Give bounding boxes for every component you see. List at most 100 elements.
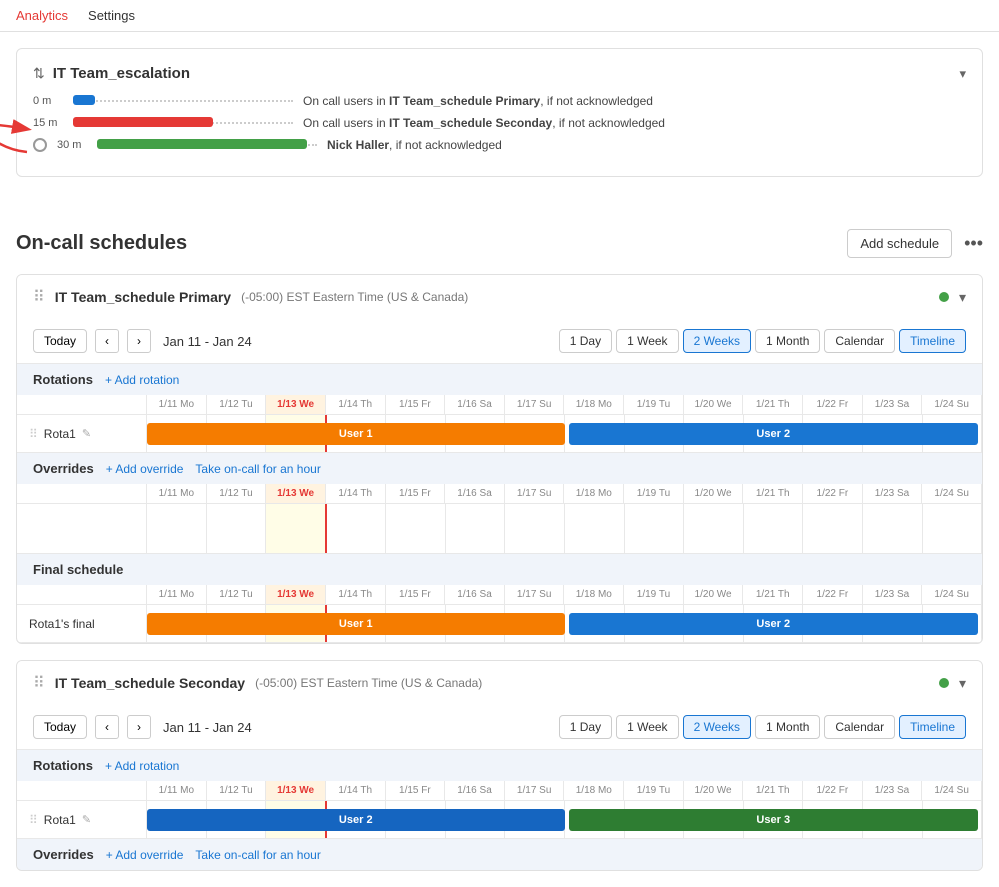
schedules-header: On-call schedules Add schedule ••• xyxy=(16,213,983,258)
schedule-chevron-primary[interactable]: ▾ xyxy=(959,289,966,306)
date-range-primary: Jan 11 - Jan 24 xyxy=(163,334,252,349)
take-oncall-link-primary[interactable]: Take on-call for an hour xyxy=(195,462,320,476)
time-icon-30m xyxy=(33,138,47,152)
prev-button-primary[interactable]: ‹ xyxy=(95,329,119,353)
cal-days-f-primary: 1/11 Mo 1/12 Tu 1/13 We 1/14 Th 1/15 Fr … xyxy=(147,585,982,604)
row-desc-15: On call users in IT Team_schedule Second… xyxy=(303,116,665,130)
bar-0m xyxy=(73,95,293,107)
user1-bar-primary: User 1 xyxy=(147,423,565,445)
view-1week-seconday[interactable]: 1 Week xyxy=(616,715,678,739)
cal-label-col-seconday xyxy=(17,781,147,800)
add-schedule-button[interactable]: Add schedule xyxy=(847,229,952,258)
view-1week-primary[interactable]: 1 Week xyxy=(616,329,678,353)
schedule-tz-primary: (-05:00) EST Eastern Time (US & Canada) xyxy=(241,290,468,304)
add-override-link-primary[interactable]: + Add override xyxy=(106,462,184,476)
day-2: 1/12 Tu xyxy=(207,395,267,414)
schedule-card-primary: ⠿ IT Team_schedule Primary (-05:00) EST … xyxy=(16,274,983,644)
final-user2-bar-primary: User 2 xyxy=(569,613,978,635)
view-options-seconday: 1 Day 1 Week 2 Weeks 1 Month Calendar Ti… xyxy=(559,715,966,739)
date-range-seconday: Jan 11 - Jan 24 xyxy=(163,720,252,735)
day-1: 1/11 Mo xyxy=(147,395,207,414)
final-section-primary: Final schedule xyxy=(17,554,982,585)
view-timeline-primary[interactable]: Timeline xyxy=(899,329,966,353)
final-rota-label-primary: Rota1's final xyxy=(17,605,147,642)
take-oncall-link-seconday[interactable]: Take on-call for an hour xyxy=(195,848,320,862)
cal-label-col-primary xyxy=(17,395,147,414)
schedule-card-header-seconday: ⠿ IT Team_schedule Seconday (-05:00) EST… xyxy=(17,661,982,705)
add-override-link-seconday[interactable]: + Add override xyxy=(106,848,184,862)
day-14: 1/24 Su xyxy=(922,395,982,414)
view-2weeks-primary[interactable]: 2 Weeks xyxy=(683,329,751,353)
escalation-row-0: 0 m On call users in IT Team_schedule Pr… xyxy=(33,94,966,108)
view-1month-seconday[interactable]: 1 Month xyxy=(755,715,820,739)
today-button-seconday[interactable]: Today xyxy=(33,715,87,739)
view-calendar-primary[interactable]: Calendar xyxy=(824,329,895,353)
header-actions: Add schedule ••• xyxy=(847,229,983,258)
more-options-button[interactable]: ••• xyxy=(964,233,983,254)
row-desc-30: Nick Haller, if not acknowledged xyxy=(327,138,502,152)
sort-handle-seconday[interactable]: ⠿ xyxy=(33,673,45,693)
rota1-cells-seconday: User 2 User 3 xyxy=(147,801,982,838)
add-rotation-link-primary[interactable]: + Add rotation xyxy=(105,373,179,387)
add-rotation-link-seconday[interactable]: + Add rotation xyxy=(105,759,179,773)
overrides-label-seconday: Overrides xyxy=(33,847,94,862)
day-10: 1/20 We xyxy=(684,395,744,414)
cal-days-seconday: 1/11 Mo 1/12 Tu 1/13 We 1/14 Th 1/15 Fr … xyxy=(147,781,982,800)
escalation-header: ⇅ IT Team_escalation ▾ xyxy=(33,65,966,82)
day-8: 1/18 Mo xyxy=(564,395,624,414)
day-9: 1/19 Tu xyxy=(624,395,684,414)
time-15m: 15 m xyxy=(33,117,63,129)
bar-15m xyxy=(73,117,293,129)
top-nav: Analytics Settings xyxy=(0,0,999,32)
cal-header-seconday: 1/11 Mo 1/12 Tu 1/13 We 1/14 Th 1/15 Fr … xyxy=(17,781,982,801)
status-dot-primary xyxy=(939,292,949,302)
cal-days-ov-primary: 1/11 Mo 1/12 Tu 1/13 We 1/14 Th 1/15 Fr … xyxy=(147,484,982,503)
schedule-chevron-seconday[interactable]: ▾ xyxy=(959,675,966,692)
bar-30m xyxy=(97,139,317,151)
final-rota-cells-primary: User 1 User 2 xyxy=(147,605,982,642)
prev-button-seconday[interactable]: ‹ xyxy=(95,715,119,739)
row-desc-0: On call users in IT Team_schedule Primar… xyxy=(303,94,653,108)
view-2weeks-seconday[interactable]: 2 Weeks xyxy=(683,715,751,739)
time-30m: 30 m xyxy=(57,139,87,151)
view-1day-seconday[interactable]: 1 Day xyxy=(559,715,612,739)
overrides-section-primary: Overrides + Add override Take on-call fo… xyxy=(17,453,982,484)
day-6: 1/16 Sa xyxy=(445,395,505,414)
cal-label-col-ov-primary xyxy=(17,484,147,503)
schedule-card-header-primary: ⠿ IT Team_schedule Primary (-05:00) EST … xyxy=(17,275,982,319)
view-timeline-seconday[interactable]: Timeline xyxy=(899,715,966,739)
nav-settings[interactable]: Settings xyxy=(88,8,135,23)
escalation-card: ⇅ IT Team_escalation ▾ 0 m On call users… xyxy=(16,48,983,177)
view-1day-primary[interactable]: 1 Day xyxy=(559,329,612,353)
schedule-name-primary: IT Team_schedule Primary xyxy=(55,289,231,305)
cal-days-primary: 1/11 Mo 1/12 Tu 1/13 We 1/14 Th 1/15 Fr … xyxy=(147,395,982,414)
escalation-chevron[interactable]: ▾ xyxy=(959,66,966,82)
rota-name-seconday: Rota1 xyxy=(44,813,76,827)
day-4: 1/14 Th xyxy=(326,395,386,414)
day-3: 1/13 We xyxy=(266,395,326,414)
edit-icon-seconday[interactable]: ✎ xyxy=(82,813,91,826)
drag-handle-s: ⠿ xyxy=(29,813,38,827)
next-button-primary[interactable]: › xyxy=(127,329,151,353)
rota1-row-primary: ⠿ Rota1 ✎ xyxy=(17,415,982,453)
drag-handle: ⠿ xyxy=(29,427,38,441)
edit-icon-primary[interactable]: ✎ xyxy=(82,427,91,440)
view-1month-primary[interactable]: 1 Month xyxy=(755,329,820,353)
day-13: 1/23 Sa xyxy=(863,395,923,414)
time-0m: 0 m xyxy=(33,95,63,107)
today-button-primary[interactable]: Today xyxy=(33,329,87,353)
sort-handle-primary[interactable]: ⠿ xyxy=(33,287,45,307)
user3-bar-seconday: User 3 xyxy=(569,809,978,831)
final-rota-name-primary: Rota1's final xyxy=(29,617,95,631)
override-header-primary: 1/11 Mo 1/12 Tu 1/13 We 1/14 Th 1/15 Fr … xyxy=(17,484,982,504)
next-button-seconday[interactable]: › xyxy=(127,715,151,739)
view-calendar-seconday[interactable]: Calendar xyxy=(824,715,895,739)
rota1-label-primary: ⠿ Rota1 ✎ xyxy=(17,415,147,452)
final-header-primary: 1/11 Mo 1/12 Tu 1/13 We 1/14 Th 1/15 Fr … xyxy=(17,585,982,605)
nav-analytics[interactable]: Analytics xyxy=(16,8,68,23)
rotations-label-primary: Rotations xyxy=(33,372,93,387)
overrides-label-primary: Overrides xyxy=(33,461,94,476)
view-options-primary: 1 Day 1 Week 2 Weeks 1 Month Calendar Ti… xyxy=(559,329,966,353)
user2-bar-primary: User 2 xyxy=(569,423,978,445)
rotations-section-primary: Rotations + Add rotation xyxy=(17,364,982,395)
